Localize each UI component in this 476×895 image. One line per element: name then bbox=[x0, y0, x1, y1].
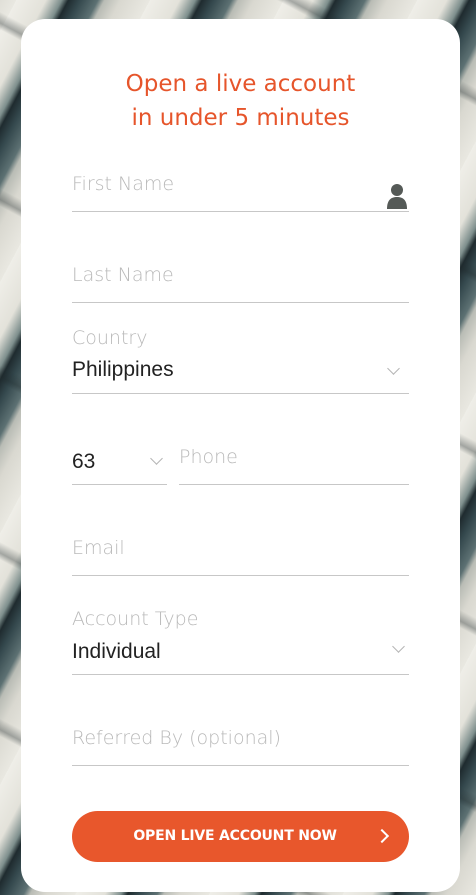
phone-code-select[interactable]: 63 bbox=[72, 437, 167, 485]
headline-line-2: in under 5 minutes bbox=[131, 105, 350, 131]
person-icon bbox=[387, 184, 407, 209]
country-select[interactable]: Country Philippines bbox=[72, 325, 409, 394]
signup-card: Open a live account in under 5 minutes F… bbox=[21, 19, 460, 892]
first-name-field[interactable]: First Name bbox=[72, 169, 409, 212]
phone-code-value: 63 bbox=[72, 450, 96, 473]
country-label: Country bbox=[72, 327, 148, 349]
referred-by-field[interactable]: Referred By (optional) bbox=[72, 724, 409, 766]
chevron-down-icon bbox=[392, 640, 405, 653]
referred-by-placeholder: Referred By (optional) bbox=[72, 727, 281, 749]
email-placeholder: Email bbox=[72, 537, 125, 559]
account-type-label: Account Type bbox=[72, 608, 199, 630]
form-headline: Open a live account in under 5 minutes bbox=[21, 67, 460, 135]
first-name-placeholder: First Name bbox=[72, 173, 175, 195]
phone-placeholder: Phone bbox=[179, 446, 238, 468]
country-value: Philippines bbox=[72, 358, 174, 381]
chevron-down-icon bbox=[150, 452, 163, 465]
account-type-select[interactable]: Account Type Individual bbox=[72, 606, 409, 675]
email-field[interactable]: Email bbox=[72, 533, 409, 576]
submit-label: OPEN LIVE ACCOUNT NOW bbox=[133, 828, 337, 844]
chevron-down-icon bbox=[387, 362, 400, 375]
last-name-placeholder: Last Name bbox=[72, 264, 174, 286]
last-name-field[interactable]: Last Name bbox=[72, 260, 409, 303]
open-live-account-button[interactable]: OPEN LIVE ACCOUNT NOW bbox=[72, 811, 409, 862]
phone-input[interactable]: Phone bbox=[179, 437, 409, 485]
account-type-value: Individual bbox=[72, 640, 161, 663]
headline-line-1: Open a live account bbox=[125, 71, 356, 97]
